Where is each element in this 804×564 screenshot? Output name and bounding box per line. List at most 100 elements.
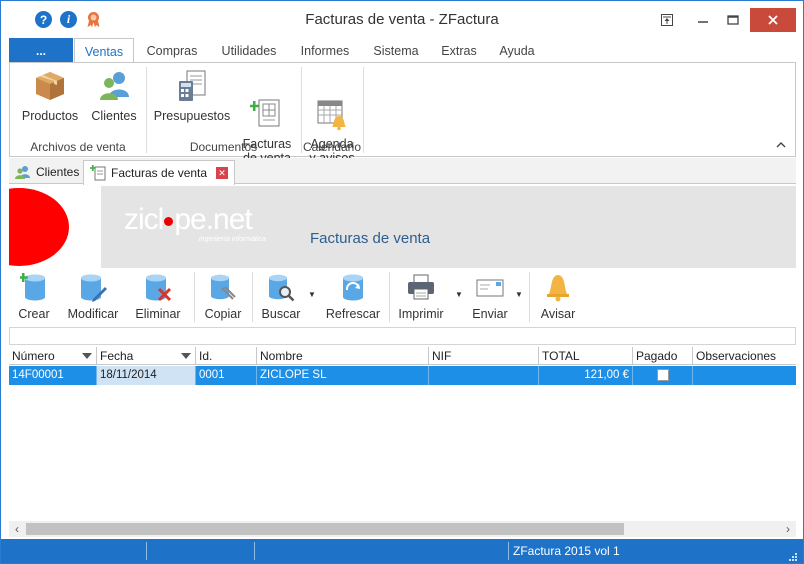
- tab-ayuda[interactable]: Ayuda: [492, 38, 542, 63]
- pin-window-icon[interactable]: [653, 8, 681, 32]
- group-label-documentos: Documentos: [189, 140, 258, 154]
- refrescar-label: Refrescar: [325, 307, 381, 321]
- close-tab-icon[interactable]: ✕: [216, 167, 229, 179]
- cell-nombre[interactable]: ZICLOPE SL: [257, 366, 429, 385]
- crear-button[interactable]: Crear: [13, 272, 55, 321]
- title-bar: ? i Facturas de venta - ZFactura: [1, 1, 803, 38]
- modificar-label: Modificar: [67, 307, 119, 321]
- resize-grip-icon[interactable]: [787, 550, 797, 561]
- invoice-new-icon: [90, 165, 106, 181]
- column-header-id[interactable]: Id.: [196, 347, 257, 365]
- tab-sistema[interactable]: Sistema: [366, 38, 426, 63]
- cell-observaciones[interactable]: [693, 366, 796, 385]
- column-header-numero[interactable]: Número: [9, 347, 97, 365]
- status-version: ZFactura 2015 vol 1: [513, 544, 620, 558]
- sort-arrow-icon[interactable]: [82, 353, 92, 359]
- buscar-button[interactable]: Buscar: [259, 272, 303, 321]
- close-button[interactable]: [750, 8, 796, 32]
- cell-total[interactable]: 121,00 €: [539, 366, 633, 385]
- file-menu-tab[interactable]: ...: [9, 38, 73, 63]
- doc-tab-label: Facturas de venta: [111, 166, 208, 180]
- productos-button[interactable]: Productos: [14, 69, 86, 123]
- action-toolbar: Crear Modificar Eliminar Copiar Buscar ▼…: [9, 270, 796, 325]
- header-banner: zicl pe.net ingeniería informática Factur…: [9, 186, 796, 268]
- copiar-label: Copiar: [204, 307, 242, 321]
- status-separator: [146, 542, 147, 560]
- box-icon: [33, 69, 67, 103]
- logo-subtitle: ingeniería informática: [199, 236, 266, 243]
- modificar-button[interactable]: Modificar: [63, 272, 123, 321]
- status-separator: [508, 542, 509, 560]
- database-refresh-icon: [339, 272, 367, 302]
- doc-tab-facturas-de-venta[interactable]: Facturas de venta ✕: [83, 160, 236, 185]
- presupuestos-button[interactable]: Presupuestos: [152, 69, 232, 123]
- doc-tab-label: Clientes: [36, 165, 80, 179]
- collapse-ribbon-icon[interactable]: [775, 139, 787, 151]
- scroll-left-icon[interactable]: ‹: [9, 521, 25, 537]
- calendar-bell-icon: [315, 83, 349, 131]
- status-bar: ZFactura 2015 vol 1: [1, 539, 803, 563]
- group-separator: [363, 67, 364, 153]
- presupuestos-label: Presupuestos: [153, 109, 231, 123]
- doc-tab-clientes[interactable]: Clientes: [9, 160, 85, 184]
- invoice-grid: Número Fecha Id. Nombre NIF TOTAL Pagado…: [9, 347, 796, 537]
- clientes-label: Clientes: [91, 109, 137, 123]
- enviar-dropdown-icon[interactable]: ▼: [515, 290, 523, 299]
- minimize-button[interactable]: [689, 8, 717, 32]
- buscar-dropdown-icon[interactable]: ▼: [308, 290, 316, 299]
- productos-label: Productos: [21, 109, 79, 123]
- envelope-icon: [476, 272, 504, 302]
- ziclope-logo: zicl pe.net: [124, 203, 253, 236]
- toolbar-separator: [252, 272, 253, 322]
- table-row[interactable]: 14F00001 18/11/2014 0001 ZICLOPE SL 121,…: [9, 366, 796, 385]
- tab-informes[interactable]: Informes: [293, 38, 357, 63]
- avisar-button[interactable]: Avisar: [537, 272, 579, 321]
- imprimir-dropdown-icon[interactable]: ▼: [455, 290, 463, 299]
- ribbon-tabs: ... Ventas Compras Utilidades Informes S…: [9, 38, 795, 64]
- avisar-label: Avisar: [540, 307, 576, 321]
- column-header-nombre[interactable]: Nombre: [257, 347, 429, 365]
- refrescar-button[interactable]: Refrescar: [325, 272, 381, 321]
- window-title: Facturas de venta - ZFactura: [305, 11, 499, 28]
- imprimir-label: Imprimir: [398, 307, 444, 321]
- eliminar-button[interactable]: Eliminar: [133, 272, 183, 321]
- clientes-button[interactable]: Clientes: [86, 69, 142, 123]
- printer-icon: [407, 272, 435, 302]
- scroll-right-icon[interactable]: ›: [780, 521, 796, 537]
- bell-icon: [544, 272, 572, 302]
- tab-compras[interactable]: Compras: [139, 38, 205, 63]
- tab-extras[interactable]: Extras: [435, 38, 483, 63]
- toolbar-separator: [194, 272, 195, 322]
- sort-arrow-icon[interactable]: [181, 353, 191, 359]
- eliminar-label: Eliminar: [135, 307, 181, 321]
- enviar-button[interactable]: Enviar: [469, 272, 511, 321]
- imprimir-button[interactable]: Imprimir: [395, 272, 447, 321]
- cell-fecha[interactable]: 18/11/2014: [97, 366, 196, 385]
- pagado-checkbox[interactable]: [656, 368, 669, 381]
- scrollbar-thumb[interactable]: [26, 523, 624, 535]
- horizontal-scrollbar[interactable]: ‹ ›: [9, 521, 796, 537]
- maximize-button[interactable]: [719, 8, 747, 32]
- users-icon: [97, 69, 131, 103]
- invoice-new-icon: [249, 83, 284, 127]
- column-header-total[interactable]: TOTAL: [539, 347, 633, 365]
- cell-pagado[interactable]: [633, 366, 693, 385]
- filter-bar[interactable]: [9, 327, 796, 345]
- tab-utilidades[interactable]: Utilidades: [215, 38, 283, 63]
- copiar-button[interactable]: Copiar: [201, 272, 245, 321]
- column-header-pagado[interactable]: Pagado: [633, 347, 693, 365]
- column-header-nif[interactable]: NIF: [429, 347, 539, 365]
- crear-label: Crear: [18, 307, 50, 321]
- cell-id[interactable]: 0001: [196, 366, 257, 385]
- column-header-observaciones[interactable]: Observaciones: [693, 347, 796, 365]
- group-label-calendario: Calendario: [302, 140, 362, 154]
- column-header-fecha[interactable]: Fecha: [97, 347, 196, 365]
- database-add-icon: [18, 272, 48, 302]
- toolbar-separator: [529, 272, 530, 322]
- enviar-label: Enviar: [472, 307, 508, 321]
- users-icon: [15, 165, 31, 179]
- cell-nif[interactable]: [429, 366, 539, 385]
- database-copy-icon: [209, 272, 237, 302]
- tab-ventas[interactable]: Ventas: [74, 38, 134, 64]
- cell-numero[interactable]: 14F00001: [9, 366, 97, 385]
